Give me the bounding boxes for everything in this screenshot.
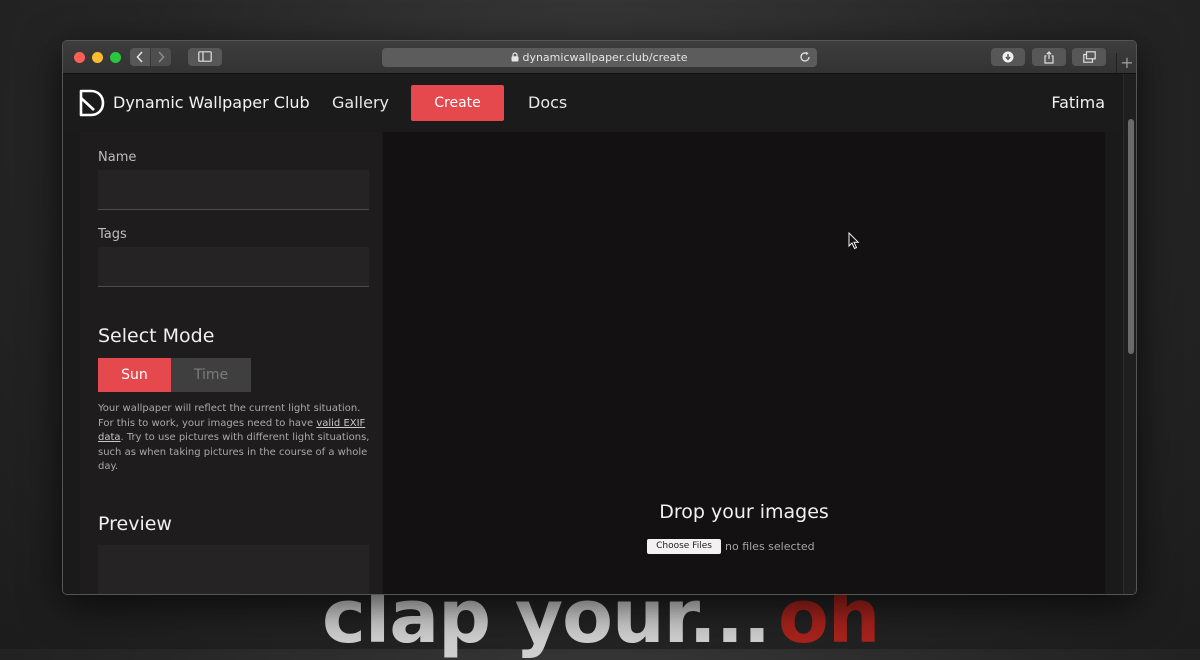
page-scrollbar[interactable] [1123, 74, 1136, 594]
zoom-window-button[interactable] [110, 52, 121, 63]
create-form-panel: Name Tags Select Mode Sun Time Your wall… [80, 132, 382, 594]
download-icon [1002, 51, 1014, 63]
downloads-button[interactable] [991, 48, 1025, 66]
sidebar-icon [198, 51, 212, 62]
lock-icon [511, 52, 519, 62]
minimize-window-button[interactable] [92, 52, 103, 63]
user-menu-link[interactable]: Fatima [1051, 93, 1105, 112]
browser-titlebar: dynamicwallpaper.club/create [63, 41, 1136, 74]
clipped-section-heading [98, 132, 218, 134]
name-input[interactable] [98, 170, 369, 210]
mouse-pointer-icon [848, 232, 860, 250]
tags-input[interactable] [98, 247, 369, 287]
brand-logo-icon[interactable] [79, 89, 105, 117]
chevron-left-icon [136, 51, 143, 63]
sidebar-toggle-button[interactable] [188, 48, 222, 66]
browser-window: dynamicwallpaper.club/create + Dynamic W… [62, 40, 1137, 595]
mode-time-button[interactable]: Time [171, 358, 251, 392]
nav-docs-link[interactable]: Docs [528, 93, 567, 112]
share-button[interactable] [1032, 48, 1066, 66]
chevron-right-icon [158, 51, 165, 63]
file-status-text: no files selected [725, 540, 815, 553]
site-navbar: Dynamic Wallpaper Club Gallery Create Do… [63, 74, 1123, 132]
new-tab-button[interactable]: + [1116, 53, 1136, 73]
mode-help-text: Your wallpaper will reflect the current … [98, 403, 370, 473]
brand-name-link[interactable]: Dynamic Wallpaper Club [113, 93, 310, 112]
address-url: dynamicwallpaper.club/create [522, 51, 688, 64]
page-content: Name Tags Select Mode Sun Time Your wall… [63, 132, 1123, 594]
reload-icon[interactable] [799, 51, 811, 63]
preview-area [98, 545, 369, 594]
share-icon [1044, 51, 1054, 64]
tabs-icon [1082, 51, 1096, 63]
dropzone-title: Drop your images [659, 501, 829, 523]
scrollbar-thumb[interactable] [1128, 119, 1134, 354]
select-mode-heading: Select Mode [98, 325, 215, 347]
back-button[interactable] [130, 48, 150, 66]
close-window-button[interactable] [74, 52, 85, 63]
tags-field-label: Tags [98, 227, 127, 242]
name-field-label: Name [98, 150, 137, 165]
mode-sun-button[interactable]: Sun [98, 358, 171, 392]
image-dropzone[interactable]: Drop your images Choose Files no files s… [383, 132, 1105, 594]
preview-heading: Preview [98, 513, 172, 535]
tabs-overview-button[interactable] [1072, 48, 1106, 66]
address-bar[interactable]: dynamicwallpaper.club/create [382, 48, 817, 67]
nav-create-button[interactable]: Create [411, 85, 504, 121]
forward-button[interactable] [151, 48, 171, 66]
nav-gallery-link[interactable]: Gallery [332, 93, 389, 112]
choose-files-button[interactable]: Choose Files [647, 539, 721, 554]
